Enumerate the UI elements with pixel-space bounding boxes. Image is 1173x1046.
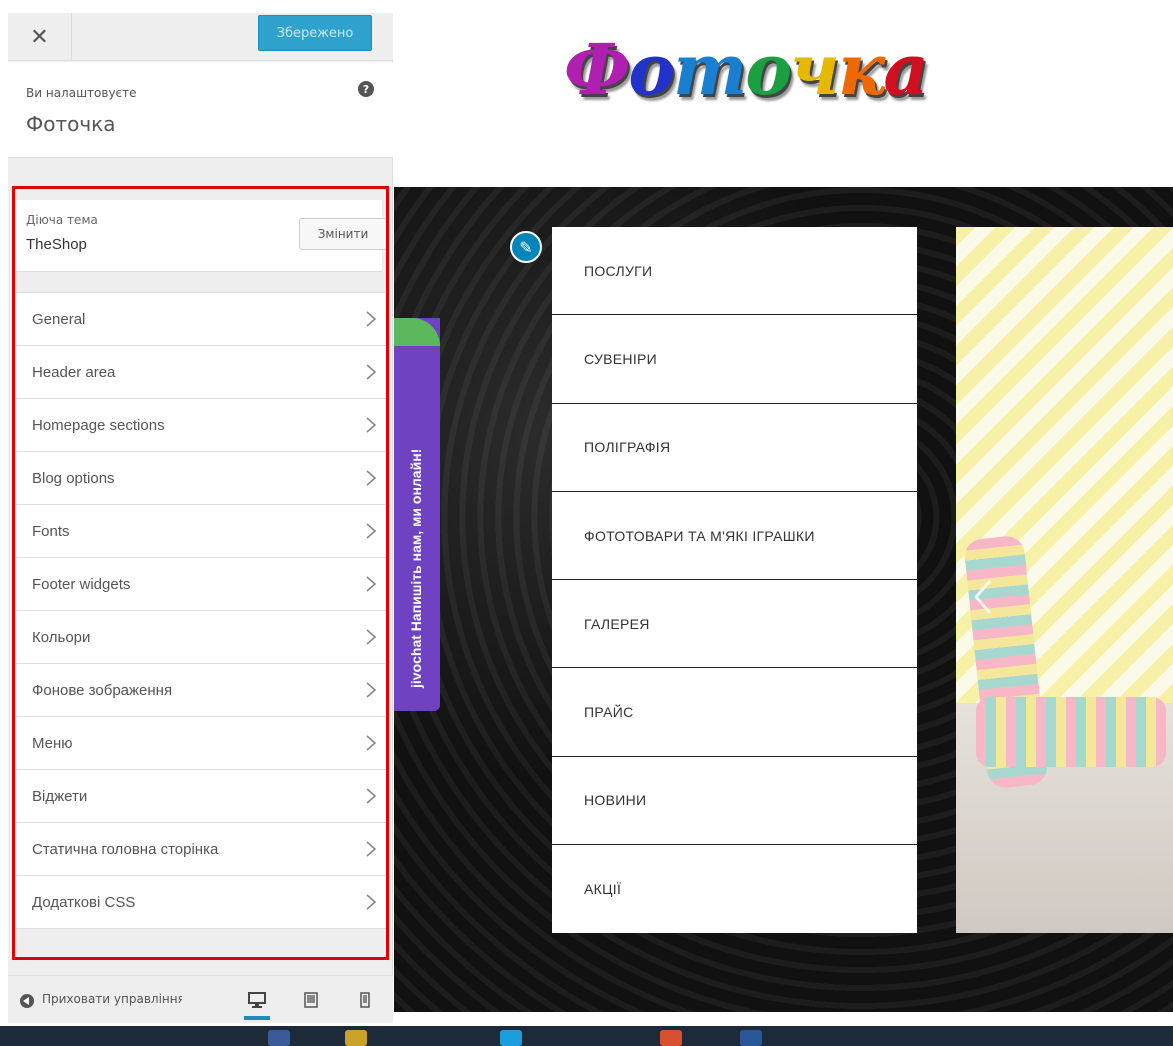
section-item[interactable]: Статична головна сторінка bbox=[16, 822, 386, 876]
taskbar-app-icon[interactable] bbox=[740, 1030, 762, 1046]
section-item[interactable]: Меню bbox=[16, 716, 386, 770]
site-logo[interactable]: Фоточка bbox=[564, 28, 929, 111]
chevron-right-icon bbox=[366, 523, 377, 539]
hero-slider bbox=[956, 227, 1173, 933]
nav-item[interactable]: АКЦІЇ bbox=[552, 845, 917, 933]
chevron-right-icon bbox=[366, 417, 377, 433]
section-item[interactable]: Fonts bbox=[16, 504, 386, 558]
nav-item[interactable]: ПОЛІГРАФІЯ bbox=[552, 404, 917, 492]
logo-letter: о bbox=[628, 28, 675, 111]
section-item-label: Кольори bbox=[32, 628, 91, 646]
section-item-label: Віджети bbox=[32, 787, 88, 805]
section-item-label: Додаткові CSS bbox=[32, 893, 136, 911]
section-item-label: Фонове зображення bbox=[32, 681, 173, 699]
active-theme-label: Діюча тема bbox=[26, 213, 98, 227]
edit-shortcut-pencil-icon[interactable]: ✎ bbox=[510, 231, 542, 263]
pillow-letter-image bbox=[976, 697, 1166, 767]
main-navigation: ПОСЛУГИ СУВЕНІРИ ПОЛІГРАФІЯ ФОТОТОВАРИ ТА М… bbox=[552, 227, 917, 933]
chevron-right-icon bbox=[366, 788, 377, 804]
customizer-sidebar: ✕ Збережено Ви налаштовуєте Фоточка ? Ді… bbox=[8, 13, 393, 1023]
collapse-label[interactable]: Приховати управління bbox=[42, 992, 182, 1006]
active-theme-panel: Діюча тема TheShop Змінити bbox=[16, 200, 387, 272]
tablet-icon bbox=[304, 992, 318, 1008]
change-theme-button[interactable]: Змінити bbox=[299, 218, 387, 250]
chat-text: Напишіть нам, ми онлайн! bbox=[408, 448, 424, 632]
chevron-right-icon bbox=[366, 735, 377, 751]
os-taskbar bbox=[0, 1026, 1173, 1046]
chevron-right-icon bbox=[366, 682, 377, 698]
chevron-right-icon bbox=[366, 576, 377, 592]
section-item-label: Статична головна сторінка bbox=[32, 840, 219, 858]
section-item-label: Homepage sections bbox=[32, 416, 165, 434]
nav-item[interactable]: ГАЛЕРЕЯ bbox=[552, 580, 917, 669]
logo-letter: к bbox=[837, 28, 885, 111]
customizer-footer: Приховати управління bbox=[8, 975, 393, 1023]
chat-status-indicator bbox=[394, 318, 440, 346]
save-button[interactable]: Збережено bbox=[258, 15, 372, 51]
chevron-right-icon bbox=[366, 841, 377, 857]
customizer-header: ✕ Збережено bbox=[8, 13, 393, 61]
taskbar-folder-icon[interactable] bbox=[345, 1030, 367, 1046]
section-item-label: Меню bbox=[32, 734, 73, 752]
mobile-preview-button[interactable] bbox=[352, 988, 378, 1012]
site-title: Фоточка bbox=[26, 112, 116, 136]
customizer-info: Ви налаштовуєте Фоточка ? bbox=[8, 62, 393, 158]
site-preview: Фоточка ✎ ПОСЛУГИ СУВЕНІРИ ПОЛІГРАФІЯ ФОТОТ… bbox=[394, 0, 1173, 1028]
section-item[interactable]: Blog options bbox=[16, 451, 386, 505]
section-item[interactable]: Фонове зображення bbox=[16, 663, 386, 717]
chevron-right-icon bbox=[366, 364, 377, 380]
section-item[interactable]: Footer widgets bbox=[16, 557, 386, 611]
section-item[interactable]: Кольори bbox=[16, 610, 386, 664]
section-item[interactable]: General bbox=[16, 292, 386, 346]
help-icon[interactable]: ? bbox=[358, 81, 374, 97]
taskbar-app-icon[interactable] bbox=[268, 1030, 290, 1046]
section-item-label: Footer widgets bbox=[32, 575, 131, 593]
desktop-icon bbox=[248, 992, 266, 1008]
close-icon: ✕ bbox=[30, 24, 49, 50]
close-button[interactable]: ✕ bbox=[8, 13, 72, 61]
customizing-label: Ви налаштовуєте bbox=[26, 86, 137, 100]
section-item-label: Fonts bbox=[32, 522, 70, 540]
section-item[interactable]: Віджети bbox=[16, 769, 386, 823]
chevron-right-icon bbox=[366, 629, 377, 645]
taskbar-app-icon[interactable] bbox=[500, 1030, 522, 1046]
jivochat-widget[interactable]: jivochat Напишіть нам, ми онлайн! bbox=[394, 318, 440, 711]
section-item-label: Header area bbox=[32, 363, 116, 381]
section-item[interactable]: Додаткові CSS bbox=[16, 875, 386, 929]
taskbar-app-icon[interactable] bbox=[660, 1030, 682, 1046]
section-item-label: Blog options bbox=[32, 469, 115, 487]
nav-item[interactable]: НОВИНИ bbox=[552, 757, 917, 846]
logo-letter: т bbox=[673, 28, 747, 111]
desktop-preview-button[interactable] bbox=[244, 984, 270, 1020]
slider-prev-arrow-icon[interactable] bbox=[972, 577, 994, 617]
logo-letter: Ф bbox=[564, 28, 630, 111]
chevron-right-icon bbox=[366, 311, 377, 327]
section-item[interactable]: Header area bbox=[16, 345, 386, 399]
nav-item[interactable]: ПРАЙС bbox=[552, 668, 917, 757]
active-theme-name: TheShop bbox=[26, 236, 87, 253]
chevron-right-icon bbox=[366, 894, 377, 910]
tablet-preview-button[interactable] bbox=[298, 988, 324, 1012]
chat-brand: jivochat bbox=[408, 635, 424, 688]
nav-item[interactable]: ФОТОТОВАРИ ТА М'ЯКІ ІГРАШКИ bbox=[552, 492, 917, 581]
collapse-icon[interactable] bbox=[20, 994, 34, 1008]
logo-letter: о bbox=[745, 28, 792, 111]
logo-letter: ч bbox=[789, 28, 840, 111]
customizer-sections: General Header area Homepage sections Blog … bbox=[16, 292, 386, 929]
section-item[interactable]: Homepage sections bbox=[16, 398, 386, 452]
logo-letter: а bbox=[883, 28, 928, 111]
nav-item[interactable]: СУВЕНІРИ bbox=[552, 315, 917, 404]
nav-item[interactable]: ПОСЛУГИ bbox=[552, 227, 917, 316]
section-item-label: General bbox=[32, 310, 86, 328]
mobile-icon bbox=[360, 992, 370, 1008]
chevron-right-icon bbox=[366, 470, 377, 486]
chat-label: jivochat Напишіть нам, ми онлайн! bbox=[408, 348, 428, 688]
